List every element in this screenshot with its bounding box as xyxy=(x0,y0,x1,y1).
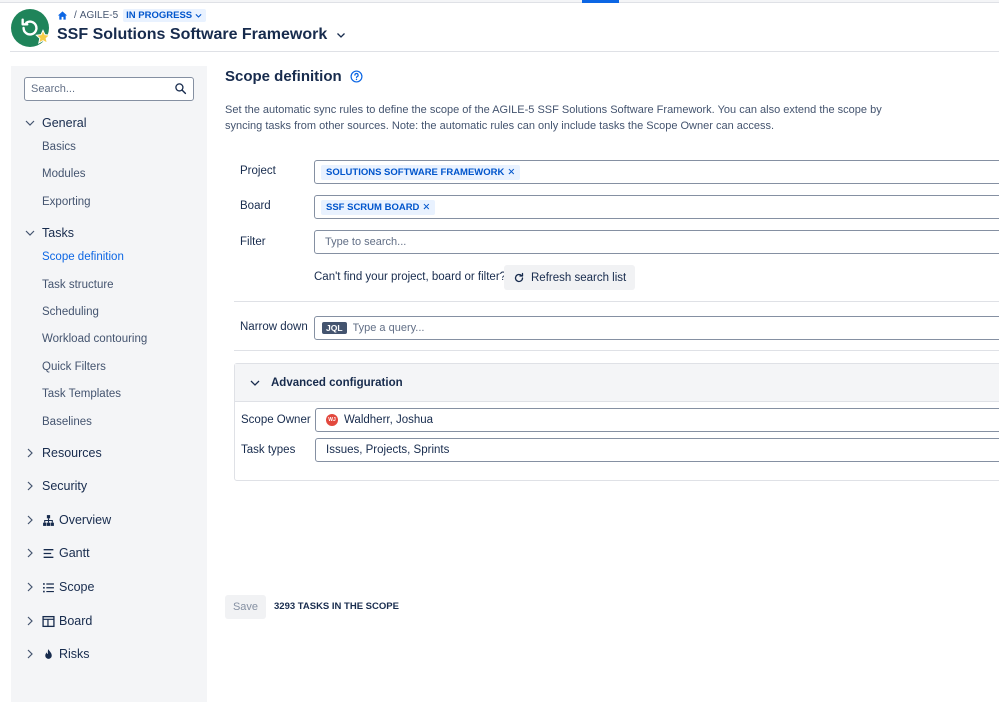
chevron-down-icon xyxy=(25,230,35,236)
search-icon[interactable] xyxy=(174,82,187,95)
chevron-right-icon xyxy=(27,548,33,558)
sidebar-group-board[interactable]: Board xyxy=(24,614,92,628)
sidebar-group-gantt[interactable]: Gantt xyxy=(24,546,90,560)
refresh-icon xyxy=(514,272,524,282)
task-types-label: Task types xyxy=(241,444,296,456)
star-icon[interactable] xyxy=(35,29,51,45)
remove-chip-icon[interactable]: ✕ xyxy=(422,202,430,213)
divider xyxy=(234,301,999,302)
cant-find-text: Can't find your project, board or filter… xyxy=(314,271,507,283)
filter-select[interactable] xyxy=(314,230,999,254)
breadcrumb-project[interactable]: AGILE-5 xyxy=(80,10,118,21)
task-types-select[interactable]: Issues, Projects, Sprints xyxy=(315,438,999,462)
active-tab-indicator xyxy=(582,0,619,3)
save-button[interactable]: Save xyxy=(225,595,266,619)
board-icon xyxy=(42,615,55,627)
sidebar-group-resources[interactable]: Resources xyxy=(24,446,102,460)
board-select[interactable]: SSF SCRUM BOARD ✕ xyxy=(314,195,999,219)
board-label: Board xyxy=(240,200,271,212)
chevron-down-icon[interactable] xyxy=(335,29,347,41)
fire-icon xyxy=(45,648,52,659)
chevron-down-icon xyxy=(250,380,260,386)
hierarchy-icon xyxy=(43,514,54,526)
chevron-down-icon xyxy=(25,120,35,126)
page-title[interactable]: SSF Solutions Software Framework xyxy=(57,26,347,44)
sidebar-group-risks[interactable]: Risks xyxy=(24,647,90,661)
advanced-configuration-toggle[interactable]: Advanced configuration xyxy=(235,364,999,402)
filter-label: Filter xyxy=(240,236,266,248)
section-title: Scope definition xyxy=(225,68,363,85)
chevron-right-icon xyxy=(27,582,33,592)
scope-owner-label: Scope Owner xyxy=(241,414,311,426)
sidebar-group-general[interactable]: General xyxy=(24,116,86,130)
board-chip: SSF SCRUM BOARD ✕ xyxy=(321,199,436,215)
sidebar-item-task-structure[interactable]: Task structure xyxy=(42,279,114,291)
chevron-right-icon xyxy=(27,448,33,458)
sidebar-item-scheduling[interactable]: Scheduling xyxy=(42,306,99,318)
gantt-icon xyxy=(43,548,54,558)
project-chip: SOLUTIONS SOFTWARE FRAMEWORK ✕ xyxy=(321,164,521,180)
settings-sidebar: General Basics Modules Exporting Tasks S… xyxy=(11,66,207,702)
chevron-right-icon xyxy=(27,515,33,525)
task-count: 3293 TASKS IN THE SCOPE xyxy=(274,601,399,612)
scope-owner-select[interactable]: WJ Waldherr, Joshua xyxy=(315,408,999,432)
project-avatar[interactable] xyxy=(11,9,51,47)
narrow-down-label: Narrow down xyxy=(240,321,308,333)
jql-field[interactable]: JQL xyxy=(314,316,999,340)
list-icon xyxy=(43,582,54,592)
avatar: WJ xyxy=(326,414,338,426)
search-input[interactable] xyxy=(25,78,165,100)
sidebar-search[interactable] xyxy=(24,77,194,101)
advanced-configuration-panel: Advanced configuration Scope Owner WJ Wa… xyxy=(234,363,999,481)
sidebar-item-task-templates[interactable]: Task Templates xyxy=(42,388,121,400)
chevron-down-icon xyxy=(195,13,202,18)
sidebar-group-security[interactable]: Security xyxy=(24,479,87,493)
project-label: Project xyxy=(240,165,276,177)
chevron-right-icon xyxy=(27,481,33,491)
sidebar-item-scope-definition[interactable]: Scope definition xyxy=(42,251,124,263)
sidebar-group-tasks[interactable]: Tasks xyxy=(24,226,74,240)
jql-input[interactable] xyxy=(352,318,953,338)
section-description: Set the automatic sync rules to define t… xyxy=(225,104,882,132)
filter-input[interactable] xyxy=(321,232,921,252)
sidebar-item-modules[interactable]: Modules xyxy=(42,168,85,180)
chevron-right-icon xyxy=(27,616,33,626)
sidebar-item-workload-contouring[interactable]: Workload contouring xyxy=(42,333,147,345)
help-icon[interactable] xyxy=(350,70,363,83)
status-badge[interactable]: IN PROGRESS xyxy=(123,8,207,22)
remove-chip-icon[interactable]: ✕ xyxy=(507,167,515,178)
jql-badge: JQL xyxy=(322,322,347,334)
header-divider xyxy=(10,51,999,52)
chevron-right-icon xyxy=(27,649,33,659)
home-icon[interactable] xyxy=(57,10,68,21)
sidebar-group-scope[interactable]: Scope xyxy=(24,580,94,594)
breadcrumb: / AGILE-5 IN PROGRESS xyxy=(57,8,207,22)
sidebar-item-baselines[interactable]: Baselines xyxy=(42,416,92,428)
sidebar-item-exporting[interactable]: Exporting xyxy=(42,196,91,208)
sidebar-group-overview[interactable]: Overview xyxy=(24,513,111,527)
divider xyxy=(234,350,999,351)
project-select[interactable]: SOLUTIONS SOFTWARE FRAMEWORK ✕ xyxy=(314,160,999,184)
sidebar-item-quick-filters[interactable]: Quick Filters xyxy=(42,361,106,373)
refresh-search-list-button[interactable]: Refresh search list xyxy=(504,265,636,290)
top-bar xyxy=(0,0,999,3)
sidebar-item-basics[interactable]: Basics xyxy=(42,141,76,153)
